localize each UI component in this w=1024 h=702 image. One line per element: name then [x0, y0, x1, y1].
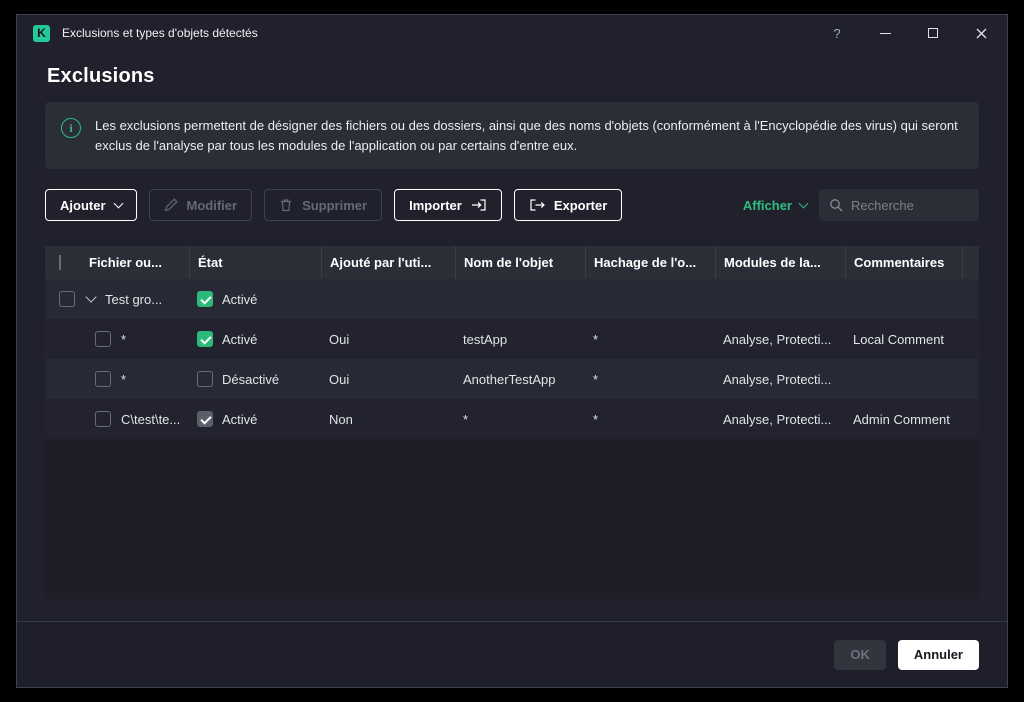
column-header-file[interactable]: Fichier ou... — [81, 255, 189, 270]
window-title: Exclusions et types d'objets détectés — [62, 26, 258, 40]
column-header-filler — [962, 246, 979, 279]
info-text: Les exclusions permettent de désigner de… — [95, 118, 958, 153]
state-checkbox[interactable] — [197, 411, 213, 427]
minimize-icon — [879, 32, 891, 34]
column-header-hash[interactable]: Hachage de l'o... — [585, 246, 715, 279]
table-row[interactable]: * Désactivé Oui AnotherTestApp * Analyse… — [45, 359, 979, 399]
column-header-state[interactable]: État — [189, 246, 321, 279]
delete-button[interactable]: Supprimer — [264, 189, 383, 221]
chevron-down-icon — [113, 198, 123, 208]
add-button[interactable]: Ajouter — [45, 189, 137, 221]
row-checkbox[interactable] — [95, 331, 111, 347]
object-name-cell: * — [463, 411, 469, 427]
row-checkbox[interactable] — [95, 411, 111, 427]
hash-cell: * — [593, 371, 599, 387]
state-label: Activé — [222, 291, 258, 307]
hash-cell: * — [593, 411, 599, 427]
pencil-icon — [164, 198, 178, 212]
state-checkbox[interactable] — [197, 371, 213, 387]
page-title: Exclusions — [47, 65, 155, 87]
minimize-button[interactable] — [875, 23, 895, 43]
import-button[interactable]: Importer — [394, 189, 502, 221]
app-window: K Exclusions et types d'objets détectés … — [16, 14, 1008, 688]
comment-cell: Admin Comment — [853, 411, 950, 427]
select-all-checkbox[interactable] — [59, 255, 61, 270]
maximize-button[interactable] — [923, 23, 943, 43]
export-icon — [530, 199, 545, 211]
added-by-user-cell: Non — [329, 411, 353, 427]
trash-icon — [280, 199, 292, 212]
column-header-added-by-user[interactable]: Ajouté par l'uti... — [321, 246, 455, 279]
state-label: Activé — [222, 331, 258, 347]
row-checkbox[interactable] — [59, 291, 75, 307]
column-header-modules[interactable]: Modules de la... — [715, 246, 845, 279]
cancel-button[interactable]: Annuler — [897, 639, 979, 670]
table-empty-area — [45, 439, 979, 599]
state-label: Désactivé — [222, 371, 280, 387]
kaspersky-logo-icon: K — [33, 24, 50, 42]
column-header-object-name[interactable]: Nom de l'objet — [455, 246, 585, 279]
table-group-row[interactable]: Test gro... Activé — [45, 279, 979, 319]
column-header-comments[interactable]: Commentaires — [845, 246, 962, 279]
search-input[interactable] — [851, 197, 961, 213]
chevron-down-icon — [798, 198, 809, 208]
file-cell: * — [121, 371, 127, 387]
export-button[interactable]: Exporter — [513, 189, 623, 221]
group-name: Test gro... — [105, 291, 163, 307]
toolbar: Ajouter Modifier Supprimer Importer Expo… — [45, 189, 979, 221]
show-filter-button[interactable]: Afficher — [743, 198, 809, 213]
state-label: Activé — [222, 411, 258, 427]
search-box — [819, 189, 979, 221]
state-checkbox[interactable] — [197, 331, 213, 347]
added-by-user-cell: Oui — [329, 371, 350, 387]
object-name-cell: AnotherTestApp — [463, 371, 556, 387]
titlebar: K Exclusions et types d'objets détectés … — [17, 15, 1007, 51]
content: Exclusions i Les exclusions permettent d… — [17, 51, 1007, 621]
file-cell: C\test\te... — [121, 411, 181, 427]
close-button[interactable] — [971, 23, 991, 43]
search-icon — [830, 199, 843, 212]
import-icon — [471, 199, 486, 211]
row-checkbox[interactable] — [95, 371, 111, 387]
hash-cell: * — [593, 331, 599, 347]
collapse-chevron-icon[interactable] — [85, 291, 97, 303]
maximize-icon — [928, 28, 938, 38]
modules-cell: Analyse, Protecti... — [723, 411, 832, 427]
comment-cell: Local Comment — [853, 331, 945, 347]
close-icon — [976, 28, 986, 38]
table-header: Fichier ou... État Ajouté par l'uti... N… — [45, 246, 979, 279]
state-checkbox[interactable] — [197, 291, 213, 307]
footer: OK Annuler — [17, 621, 1007, 687]
help-button[interactable]: ? — [827, 23, 847, 43]
modules-cell: Analyse, Protecti... — [723, 371, 832, 387]
table-row[interactable]: * Activé Oui testApp * Analyse, Protecti… — [45, 319, 979, 359]
info-banner: i Les exclusions permettent de désigner … — [45, 102, 979, 169]
help-icon: ? — [833, 25, 841, 41]
added-by-user-cell: Oui — [329, 331, 350, 347]
object-name-cell: testApp — [463, 331, 508, 347]
file-cell: * — [121, 331, 127, 347]
modify-button[interactable]: Modifier — [148, 189, 253, 221]
modules-cell: Analyse, Protecti... — [723, 331, 832, 347]
table-row[interactable]: C\test\te... Activé Non * * Analyse, Pro… — [45, 399, 979, 439]
exclusions-table: Fichier ou... État Ajouté par l'uti... N… — [45, 246, 979, 599]
ok-button[interactable]: OK — [834, 639, 886, 670]
info-icon: i — [61, 118, 81, 138]
